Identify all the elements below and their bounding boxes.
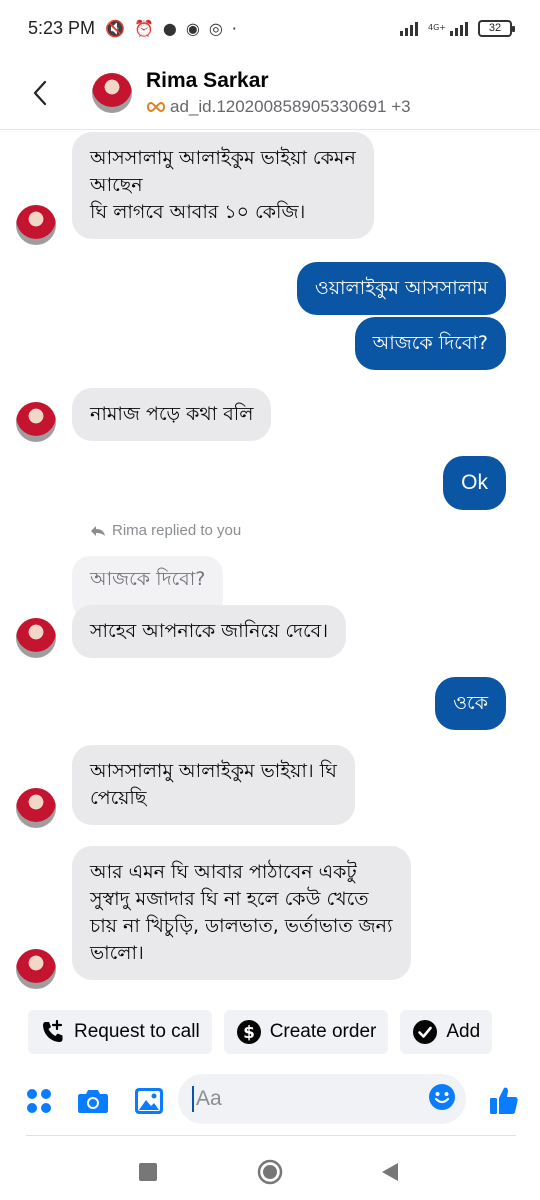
message-line: আর এমন ঘি আবার পাঠাবেন একটু: [90, 861, 357, 883]
message-line: পেয়েছি: [90, 787, 147, 809]
reply-label-text: Rima replied to you: [112, 522, 242, 539]
dollar-icon: $: [236, 1019, 262, 1045]
reply-arrow-icon: [91, 525, 105, 536]
message-line: আসসালামু আলাইকুম ভাইয়া কেমন: [90, 147, 356, 169]
mute-icon: 🔇: [105, 18, 125, 38]
alarm-icon: ⏰: [133, 18, 154, 38]
battery-icon: 32: [478, 19, 515, 37]
status-bar: 5:23 PM 🔇 ⏰ ● ◉ ◎ · 4G+ 32: [0, 0, 540, 56]
message-incoming[interactable]: আসসালামু আলাইকুম ভাইয়া কেমন আছেন ঘি লাগ…: [72, 132, 374, 239]
messenger-icon: ●: [162, 18, 177, 38]
emoji-button[interactable]: [428, 1083, 456, 1115]
chrome-icon: ◉: [185, 18, 200, 38]
message-line: চায় না খিচুড়ি, ডালভাত, ভর্তাভাত জন্য: [90, 915, 393, 937]
home-circle-icon: [257, 1159, 283, 1185]
chat-header: Rima Sarkar ad_id.120200858905330691 +3: [0, 56, 540, 130]
app-icon: ◎: [208, 18, 223, 38]
message-text: সাহেব আপনাকে জানিয়ে দেবে।: [90, 620, 329, 642]
square-nav-icon: [139, 1163, 157, 1181]
sender-avatar[interactable]: [16, 402, 56, 442]
message-outgoing[interactable]: আজকে দিবো?: [354, 317, 506, 370]
create-order-label: Create order: [269, 1021, 377, 1042]
request-call-label: Request to call: [74, 1021, 200, 1042]
message-incoming[interactable]: সাহেব আপনাকে জানিয়ে দেবে।: [72, 605, 347, 658]
message-line: ভালো।: [90, 942, 144, 964]
phone-plus-icon: [40, 1019, 66, 1045]
signal2-icon: [450, 20, 468, 36]
request-call-button[interactable]: Request to call: [28, 1010, 212, 1054]
emoji-icon: [429, 1084, 455, 1110]
signal-icon: [400, 20, 418, 36]
battery-level: 32: [488, 22, 502, 34]
status-time: 5:23 PM: [28, 17, 96, 38]
composer: [0, 1074, 540, 1128]
thumbs-up-icon: [490, 1087, 518, 1114]
recents-button[interactable]: [130, 1154, 166, 1190]
camera-button[interactable]: [76, 1084, 110, 1118]
system-nav-bar: [0, 1140, 540, 1200]
message-outgoing[interactable]: Ok: [443, 456, 506, 510]
home-button[interactable]: [252, 1154, 288, 1190]
apps-button[interactable]: [24, 1086, 54, 1116]
message-text: আজকে দিবো?: [372, 332, 488, 354]
message-line: ঘি লাগবে আবার ১০ কেজি।: [90, 201, 306, 223]
network-label: 4G+: [428, 23, 446, 32]
back-button[interactable]: [0, 56, 80, 130]
create-order-button[interactable]: $ Create order: [223, 1010, 389, 1054]
nav-back-button[interactable]: [372, 1154, 408, 1190]
message-outgoing[interactable]: ওকে: [435, 677, 506, 730]
quoted-text: আজকে দিবো?: [90, 568, 206, 590]
message-incoming[interactable]: আসসালামু আলাইকুম ভাইয়া। ঘি পেয়েছি: [72, 745, 355, 825]
message-line: সুস্বাদু মজাদার ঘি না হলে কেউ খেতে: [90, 888, 369, 910]
message-line: আসসালামু আলাইকুম ভাইয়া। ঘি: [90, 760, 337, 782]
dot-icon: ·: [231, 18, 237, 38]
message-outgoing[interactable]: ওয়ালাইকুম আসসালাম: [296, 262, 506, 315]
divider: [26, 1135, 516, 1136]
message-input-wrapper[interactable]: [178, 1074, 466, 1124]
image-icon: [135, 1088, 163, 1114]
apps-icon: [27, 1089, 51, 1113]
quick-actions: Request to call $ Create order Add: [28, 1010, 493, 1054]
status-icons: 🔇 ⏰ ● ◉ ◎ ·: [105, 19, 237, 38]
message-text: Ok: [461, 471, 488, 494]
message-text: নামাজ পড়ে কথা বলি: [90, 403, 254, 425]
message-input[interactable]: [196, 1087, 416, 1111]
sender-avatar[interactable]: [16, 205, 56, 245]
sender-avatar[interactable]: [16, 788, 56, 828]
meta-infinity-icon: [147, 101, 165, 112]
message-text: ওয়ালাইকুম আসসালাম: [314, 277, 488, 299]
back-arrow-icon: [33, 80, 47, 105]
sender-avatar[interactable]: [16, 618, 56, 658]
message-incoming[interactable]: নামাজ পড়ে কথা বলি: [72, 388, 272, 441]
message-line: আছেন: [90, 174, 143, 196]
gallery-button[interactable]: [132, 1084, 166, 1118]
text-cursor: [192, 1086, 194, 1112]
reply-indicator: Rima replied to you: [90, 522, 241, 539]
svg-text:$: $: [243, 1023, 255, 1043]
message-text: ওকে: [453, 692, 488, 714]
sender-avatar[interactable]: [16, 949, 56, 989]
contact-subtitle: ad_id.120200858905330691 +3: [146, 97, 411, 117]
like-button[interactable]: [486, 1084, 522, 1118]
ad-id-text: ad_id.120200858905330691 +3: [170, 96, 411, 116]
contact-info[interactable]: Rima Sarkar ad_id.120200858905330691 +3: [146, 69, 411, 117]
status-right: 4G+ 32: [400, 19, 515, 37]
avatar[interactable]: [92, 72, 132, 113]
add-label: Add: [446, 1021, 481, 1042]
add-button[interactable]: Add: [400, 1010, 493, 1054]
back-triangle-icon: [382, 1163, 398, 1181]
contact-name: Rima Sarkar: [146, 68, 269, 92]
message-incoming[interactable]: আর এমন ঘি আবার পাঠাবেন একটু সুস্বাদু মজা…: [72, 846, 411, 980]
camera-icon: [78, 1090, 108, 1113]
check-circle-icon: [412, 1019, 438, 1045]
